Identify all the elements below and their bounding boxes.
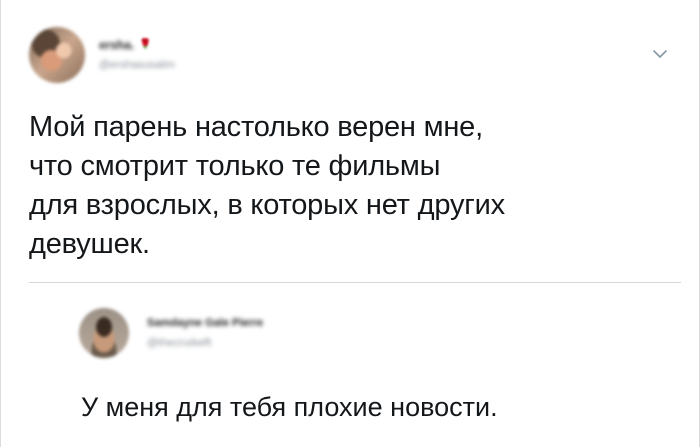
tweet-text-line: для взрослых, в которых нет других [29,189,505,221]
author-names: ersha. 🌹 @ershasusalim [99,39,175,71]
rose-emoji: 🌹 [139,39,152,50]
reply-author-handle[interactable]: @thecrudwift [147,337,263,349]
reply-text: У меня для тебя плохие новости. [81,392,498,422]
reply-author-avatar[interactable] [79,308,129,358]
reply-author-names: Samdayne Gale Pierre @thecrudwift [147,317,263,349]
tweet-text-line: Мой парень настолько верен мне, [29,111,483,143]
screenshot-frame: ersha. 🌹 @ershasusalim Мой парень настол… [0,0,700,447]
tweet-text: Мой парень настолько верен мне, что смот… [29,108,669,264]
author-avatar[interactable] [29,27,85,83]
divider [29,282,681,283]
tweet-header: ersha. 🌹 @ershasusalim [29,25,175,85]
tweet-text-line: девушек. [29,228,150,260]
tweet-text-line: что смотрит только те фильмы [29,150,441,182]
author-name-line: ersha. 🌹 [99,39,175,51]
reply-header: Samdayne Gale Pierre @thecrudwift [79,307,263,359]
reply-author-display-name[interactable]: Samdayne Gale Pierre [147,317,263,329]
author-display-name[interactable]: ersha. [99,39,134,51]
chevron-down-icon[interactable] [652,46,668,62]
author-handle[interactable]: @ershasusalim [99,60,175,71]
